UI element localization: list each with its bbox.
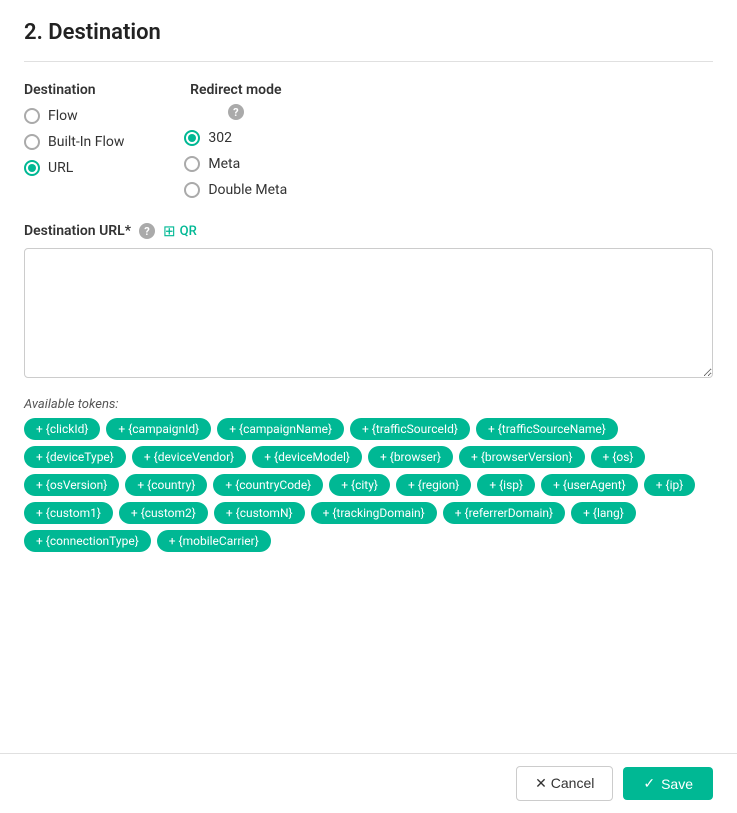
redirect-option-302[interactable]: 302 bbox=[184, 130, 287, 146]
destination-radio-flow[interactable] bbox=[24, 108, 40, 124]
token-pill[interactable]: + {campaignId} bbox=[106, 418, 211, 440]
form-section: Destination Flow Built-In Flow URL Red bbox=[24, 82, 713, 198]
token-pill[interactable]: + {campaignName} bbox=[217, 418, 344, 440]
redirect-302-label: 302 bbox=[208, 130, 232, 146]
token-pill[interactable]: + {region} bbox=[396, 474, 471, 496]
token-pill[interactable]: + {mobileCarrier} bbox=[157, 530, 271, 552]
save-label: Save bbox=[661, 776, 693, 792]
token-pill[interactable]: + {countryCode} bbox=[213, 474, 323, 496]
redirect-label-wrap: Redirect mode ? bbox=[184, 82, 287, 120]
token-pill[interactable]: + {osVersion} bbox=[24, 474, 119, 496]
destination-url-label: URL bbox=[48, 160, 73, 176]
destination-url-help-icon[interactable]: ? bbox=[139, 223, 155, 239]
token-pill[interactable]: + {trafficSourceName} bbox=[476, 418, 618, 440]
redirect-radio-group: 302 Meta Double Meta bbox=[184, 130, 287, 198]
destination-radio-builtin[interactable] bbox=[24, 134, 40, 150]
page-container: 2. Destination Destination Flow Built-In… bbox=[0, 0, 737, 632]
token-pill[interactable]: + {connectionType} bbox=[24, 530, 151, 552]
tokens-container: + {clickId} + {campaignId} + {campaignName… bbox=[24, 418, 713, 552]
token-pill[interactable]: + {deviceModel} bbox=[252, 446, 362, 468]
token-pill[interactable]: + {customN} bbox=[214, 502, 305, 524]
qr-link[interactable]: ⊞ QR bbox=[163, 222, 197, 240]
destination-option-flow[interactable]: Flow bbox=[24, 108, 124, 124]
token-pill[interactable]: + {custom1} bbox=[24, 502, 113, 524]
destination-url-textarea[interactable] bbox=[24, 248, 713, 378]
destination-label: Destination bbox=[24, 82, 124, 98]
redirect-meta-label: Meta bbox=[208, 156, 240, 172]
destination-url-field-label: Destination URL* bbox=[24, 223, 131, 239]
token-pill[interactable]: + {browser} bbox=[368, 446, 453, 468]
token-pill[interactable]: + {userAgent} bbox=[541, 474, 638, 496]
page-title: 2. Destination bbox=[24, 20, 713, 45]
tokens-section: Available tokens: + {clickId} + {campaign… bbox=[24, 396, 713, 552]
redirect-option-meta[interactable]: Meta bbox=[184, 156, 287, 172]
redirect-radio-doublemeta[interactable] bbox=[184, 182, 200, 198]
token-pill[interactable]: + {deviceType} bbox=[24, 446, 126, 468]
redirect-mode-label: Redirect mode bbox=[190, 82, 281, 98]
destination-url-row: Destination URL* ? ⊞ QR bbox=[24, 222, 713, 240]
token-pill[interactable]: + {country} bbox=[125, 474, 207, 496]
token-pill[interactable]: + {trackingDomain} bbox=[311, 502, 437, 524]
section-divider bbox=[24, 61, 713, 62]
destination-radio-url[interactable] bbox=[24, 160, 40, 176]
redirect-radio-302[interactable] bbox=[184, 130, 200, 146]
token-pill[interactable]: + {browserVersion} bbox=[459, 446, 584, 468]
token-pill[interactable]: + {city} bbox=[329, 474, 390, 496]
token-pill[interactable]: + {trafficSourceId} bbox=[350, 418, 470, 440]
token-pill[interactable]: + {custom2} bbox=[119, 502, 208, 524]
destination-option-builtin[interactable]: Built-In Flow bbox=[24, 134, 124, 150]
tokens-label: Available tokens: bbox=[24, 397, 119, 412]
qr-label: QR bbox=[180, 224, 197, 239]
save-button[interactable]: ✓ Save bbox=[623, 767, 713, 800]
token-pill[interactable]: + {clickId} bbox=[24, 418, 100, 440]
redirect-mode-help-icon[interactable]: ? bbox=[228, 104, 244, 120]
redirect-radio-meta[interactable] bbox=[184, 156, 200, 172]
token-pill[interactable]: + {isp} bbox=[477, 474, 535, 496]
save-checkmark-icon: ✓ bbox=[643, 775, 655, 792]
destination-radio-group: Flow Built-In Flow URL bbox=[24, 108, 124, 176]
destination-option-url[interactable]: URL bbox=[24, 160, 124, 176]
token-pill[interactable]: + {deviceVendor} bbox=[132, 446, 246, 468]
redirect-column: Redirect mode ? 302 Meta Double Meta bbox=[184, 82, 287, 198]
footer-bar: ✕ Cancel ✓ Save bbox=[0, 753, 737, 813]
destination-flow-label: Flow bbox=[48, 108, 78, 124]
token-pill[interactable]: + {os} bbox=[591, 446, 646, 468]
token-pill[interactable]: + {lang} bbox=[571, 502, 636, 524]
redirect-doublemeta-label: Double Meta bbox=[208, 182, 287, 198]
token-pill[interactable]: + {referrerDomain} bbox=[443, 502, 565, 524]
cancel-button[interactable]: ✕ Cancel bbox=[516, 766, 613, 801]
destination-column: Destination Flow Built-In Flow URL bbox=[24, 82, 124, 198]
qr-icon: ⊞ bbox=[163, 222, 176, 240]
redirect-option-doublemeta[interactable]: Double Meta bbox=[184, 182, 287, 198]
token-pill[interactable]: + {ip} bbox=[644, 474, 696, 496]
destination-builtin-label: Built-In Flow bbox=[48, 134, 124, 150]
